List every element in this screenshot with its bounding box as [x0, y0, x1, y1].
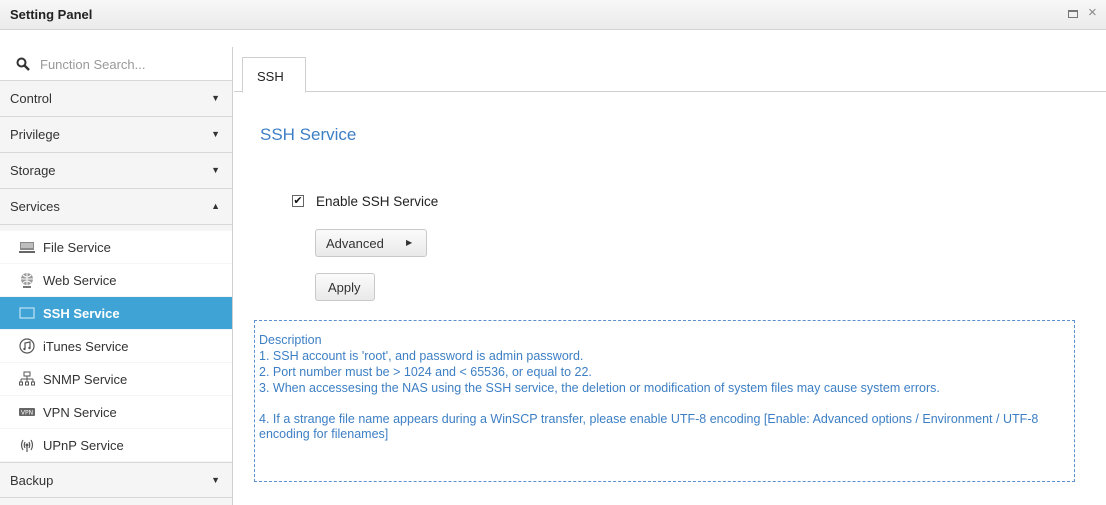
category-label: Services — [10, 199, 60, 214]
description-line: 4. If a strange file name appears during… — [259, 412, 1039, 441]
sidebar-item-label: Web Service — [43, 273, 117, 288]
sidebar-category-services[interactable]: Services ▲ — [0, 189, 232, 225]
vpn-icon: VPN — [19, 408, 35, 417]
category-label: Storage — [10, 163, 56, 178]
sidebar-category-backup[interactable]: Backup ▼ — [0, 462, 232, 498]
advanced-button-label: Advanced — [326, 236, 384, 251]
apply-button[interactable]: Apply — [315, 273, 375, 301]
chevron-down-icon: ▼ — [211, 165, 220, 175]
caret-right-icon: ▶ — [406, 238, 413, 247]
setting-panel-window: Setting Panel × Control ▼ Privilege ▼ St… — [0, 0, 1106, 505]
sidebar-item-vpn-service[interactable]: VPN VPN Service — [0, 396, 232, 428]
sidebar-item-web-service[interactable]: Web Service — [0, 264, 232, 296]
sidebar-item-label: SSH Service — [43, 306, 120, 321]
sidebar-item-snmp-service[interactable]: SNMP Service — [0, 363, 232, 395]
title-bar: Setting Panel × — [0, 0, 1106, 30]
sidebar: Control ▼ Privilege ▼ Storage ▼ Services… — [0, 47, 233, 505]
close-icon[interactable]: × — [1088, 5, 1097, 20]
tab-ssh[interactable]: SSH — [242, 57, 306, 93]
description-line: 1. SSH account is 'root', and password i… — [259, 349, 584, 363]
ssh-service-icon — [19, 307, 35, 319]
chevron-down-icon: ▼ — [211, 129, 220, 139]
description-line: 3. When accessesing the NAS using the SS… — [259, 381, 940, 395]
upnp-icon — [20, 439, 34, 452]
sidebar-item-upnp-service[interactable]: UPnP Service — [0, 429, 232, 461]
chevron-up-icon: ▲ — [211, 201, 220, 211]
sidebar-item-label: SNMP Service — [43, 372, 128, 387]
category-label: Privilege — [10, 127, 60, 142]
svg-text:VPN: VPN — [21, 410, 33, 417]
file-service-icon — [19, 242, 35, 253]
apply-button-label: Apply — [328, 280, 361, 295]
sidebar-category-privilege[interactable]: Privilege ▼ — [0, 117, 232, 153]
advanced-button[interactable]: Advanced ▶ — [315, 229, 427, 257]
sidebar-item-ssh-service[interactable]: SSH Service — [0, 297, 232, 329]
itunes-icon — [19, 338, 35, 354]
sidebar-item-itunes-service[interactable]: iTunes Service — [0, 330, 232, 362]
sidebar-item-label: File Service — [43, 240, 111, 255]
chevron-down-icon: ▼ — [211, 93, 220, 103]
tab-strip: SSH — [234, 47, 1106, 93]
description-heading: Description — [259, 333, 322, 347]
sidebar-category-storage[interactable]: Storage ▼ — [0, 153, 232, 189]
function-search-input[interactable] — [40, 55, 220, 73]
restore-icon[interactable] — [1068, 7, 1078, 21]
window-title: Setting Panel — [10, 7, 93, 22]
sidebar-category-control[interactable]: Control ▼ — [0, 81, 232, 117]
description-box: Description 1. SSH account is 'root', an… — [254, 320, 1075, 482]
snmp-icon — [19, 371, 35, 386]
tab-label: SSH — [257, 69, 284, 84]
sidebar-item-file-service[interactable]: File Service — [0, 231, 232, 263]
description-line: 2. Port number must be > 1024 and < 6553… — [259, 365, 592, 379]
function-search — [0, 47, 232, 81]
enable-ssh-label: Enable SSH Service — [316, 194, 439, 209]
sidebar-item-label: iTunes Service — [43, 339, 129, 354]
category-label: Backup — [10, 473, 54, 488]
sidebar-item-label: VPN Service — [43, 405, 117, 420]
search-icon — [16, 57, 30, 71]
main-content: SSH SSH Service ✔ Enable SSH Service Adv… — [234, 47, 1106, 505]
category-label: Control — [10, 91, 52, 106]
sidebar-item-label: UPnP Service — [43, 438, 124, 453]
section-title: SSH Service — [260, 125, 357, 144]
chevron-down-icon: ▼ — [211, 475, 220, 485]
web-service-icon — [21, 273, 33, 288]
enable-ssh-checkbox[interactable]: ✔ — [292, 195, 304, 207]
